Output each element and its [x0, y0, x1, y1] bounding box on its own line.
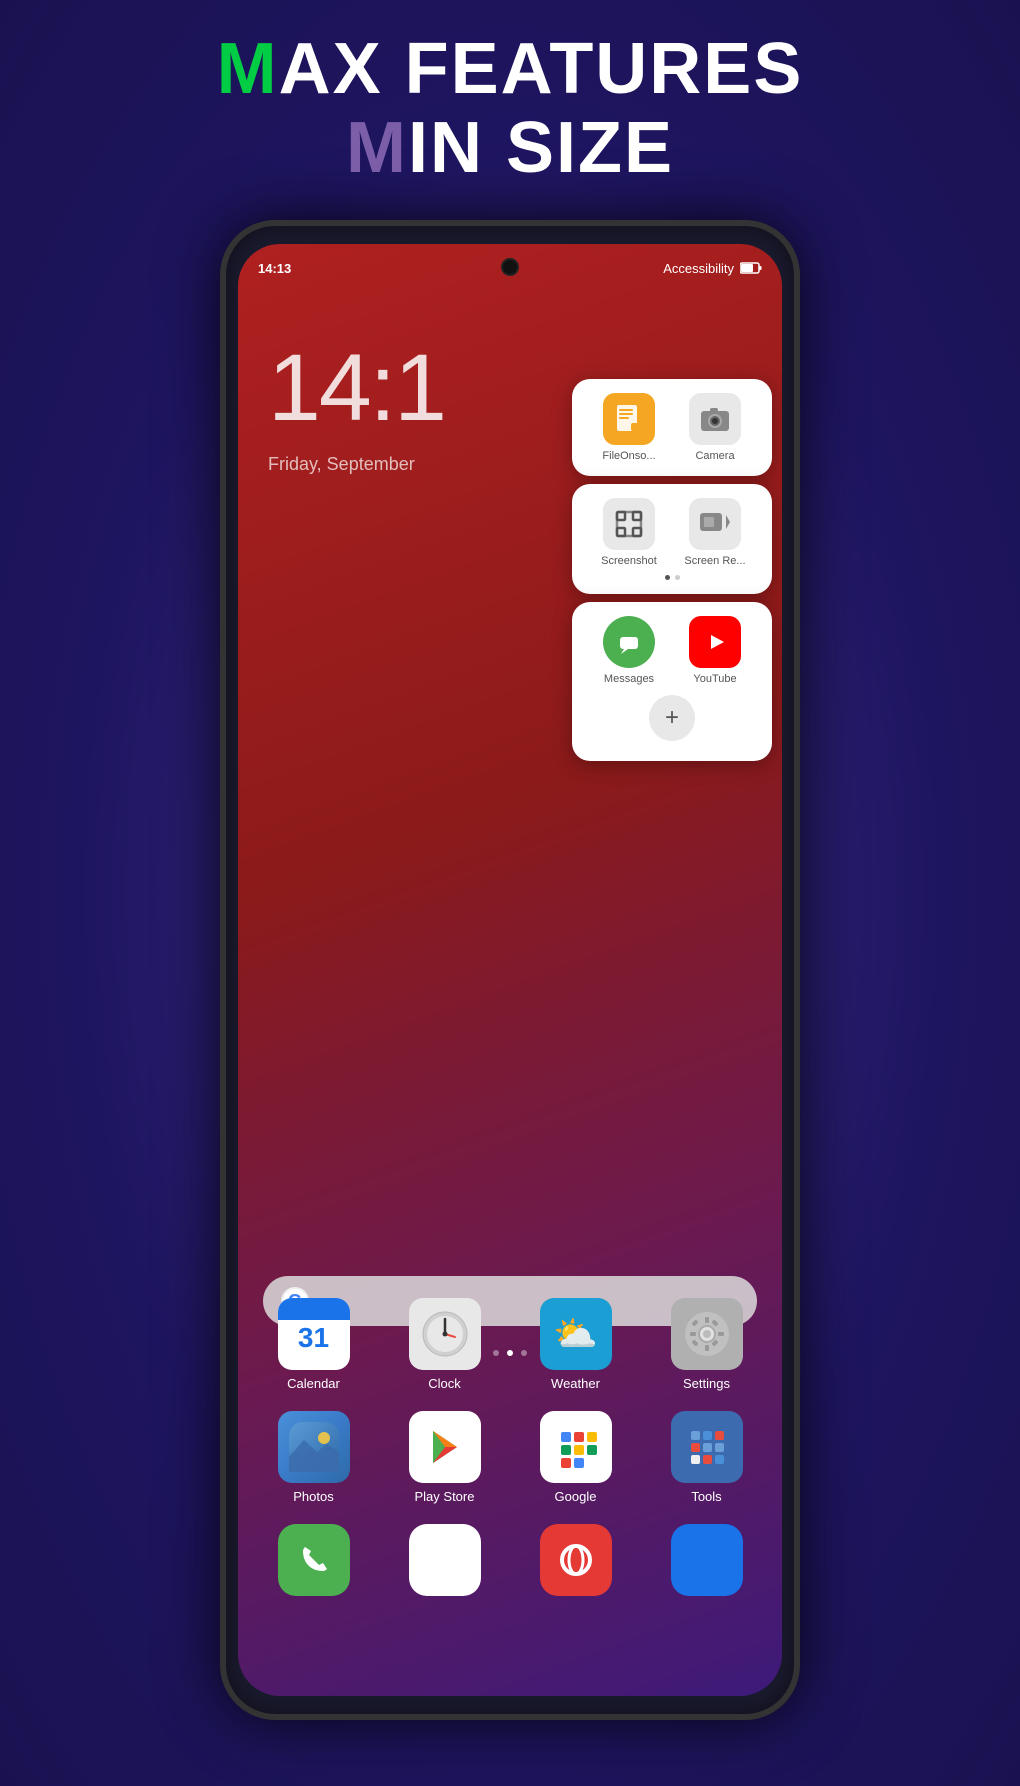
app-icon-unknown2[interactable]: [652, 1524, 762, 1596]
panel-row-1: FileOnso...: [586, 393, 758, 462]
panel-row-2: Screenshot Screen Re...: [586, 498, 758, 567]
app-row-1: 31 Calendar Clock: [248, 1298, 772, 1391]
panel-icon-messages[interactable]: Messages: [589, 616, 669, 685]
header-m-green: M: [217, 29, 279, 109]
phone-frame: 14:13 Accessibility 14:1 Friday, Septemb…: [220, 220, 800, 1720]
app-grid: 31 Calendar Clock: [238, 1298, 782, 1616]
panel-dots: [586, 575, 758, 580]
phone-screen: 14:13 Accessibility 14:1 Friday, Septemb…: [238, 244, 782, 1696]
app-icon-calendar[interactable]: 31 Calendar: [259, 1298, 369, 1391]
panel-label-screenshot: Screenshot: [601, 555, 657, 567]
settings-icon: [671, 1298, 743, 1370]
calendar-icon: 31: [278, 1298, 350, 1370]
playstore-icon: [409, 1411, 481, 1483]
panel-dot-1: [665, 575, 670, 580]
app-icon-playstore[interactable]: Play Store: [390, 1411, 500, 1504]
floating-panel: FileOnso...: [572, 379, 772, 761]
app-icon-weather[interactable]: ⛅ Weather: [521, 1298, 631, 1391]
unknown1-icon: [409, 1524, 481, 1596]
panel-label-messages: Messages: [604, 673, 654, 685]
messages-icon: [612, 625, 646, 659]
app-label-settings: Settings: [683, 1376, 730, 1391]
clock-face: [420, 1309, 470, 1359]
panel-icon-camera[interactable]: Camera: [675, 393, 755, 462]
playstore-icon-svg: [421, 1423, 469, 1471]
tools-icon: [671, 1411, 743, 1483]
clock-icon: [409, 1298, 481, 1370]
app-label-playstore: Play Store: [415, 1489, 475, 1504]
app-icon-google[interactable]: Google: [521, 1411, 631, 1504]
youtube-icon: [698, 625, 732, 659]
app-icon-tools[interactable]: Tools: [652, 1411, 762, 1504]
screenshot-icon: [612, 507, 646, 541]
app-row-bottom: [248, 1524, 772, 1596]
opera-icon: [540, 1524, 612, 1596]
header-line2: MIN SIZE: [0, 109, 1020, 188]
app-icon-photos[interactable]: Photos: [259, 1411, 369, 1504]
unknown2-icon: [671, 1524, 743, 1596]
app-label-photos: Photos: [293, 1489, 333, 1504]
header-line1: MAX FEATURES: [0, 30, 1020, 109]
app-icon-opera[interactable]: [521, 1524, 631, 1596]
app-label-tools: Tools: [691, 1489, 721, 1504]
header-m-purple: M: [346, 108, 408, 188]
panel-label-youtube: YouTube: [693, 673, 736, 685]
calendar-header: [278, 1298, 350, 1320]
app-label-google: Google: [555, 1489, 597, 1504]
app-icon-phone[interactable]: [259, 1524, 369, 1596]
battery-icon: [740, 262, 762, 274]
header: MAX FEATURES MIN SIZE: [0, 30, 1020, 188]
panel-dot-2: [675, 575, 680, 580]
app-label-weather: Weather: [551, 1376, 600, 1391]
panel-row-3: Messages YouTube: [586, 616, 758, 685]
panel-card-2: Screenshot Screen Re...: [572, 484, 772, 594]
app-icon-settings[interactable]: Settings: [652, 1298, 762, 1391]
status-time: 14:13: [258, 261, 291, 276]
photos-icon: [278, 1411, 350, 1483]
panel-icon-youtube[interactable]: YouTube: [675, 616, 755, 685]
panel-label-camera: Camera: [695, 450, 734, 462]
app-label-calendar: Calendar: [287, 1376, 340, 1391]
panel-card-1: FileOnso...: [572, 379, 772, 476]
panel-label-fileconsole: FileOnso...: [602, 450, 655, 462]
screen-record-icon: [698, 507, 732, 541]
panel-label-screenrecord: Screen Re...: [684, 555, 745, 567]
add-app-button[interactable]: +: [649, 695, 695, 741]
screen-date-display: Friday, September: [268, 454, 415, 475]
app-icon-unknown1[interactable]: [390, 1524, 500, 1596]
screen-clock-display: 14:1: [268, 334, 445, 443]
weather-icon: ⛅: [540, 1298, 612, 1370]
calendar-date: 31: [298, 1320, 329, 1352]
google-icon-svg: [552, 1423, 600, 1471]
panel-icon-screenshot[interactable]: Screenshot: [589, 498, 669, 567]
phone-dialer-icon: [278, 1524, 350, 1596]
gear-icon: [682, 1309, 732, 1359]
camera-icon: [697, 401, 733, 437]
app-icon-clock[interactable]: Clock: [390, 1298, 500, 1391]
panel-icon-screenrecord[interactable]: Screen Re...: [675, 498, 755, 567]
accessibility-label: Accessibility: [663, 261, 734, 276]
photos-icon-svg: [289, 1422, 339, 1472]
file-console-icon: [613, 403, 645, 435]
google-icon: [540, 1411, 612, 1483]
app-row-2: Photos: [248, 1411, 772, 1504]
app-label-clock: Clock: [428, 1376, 461, 1391]
tools-icon-svg: [683, 1423, 731, 1471]
camera-notch: [501, 258, 519, 276]
panel-icon-fileconsole[interactable]: FileOnso...: [589, 393, 669, 462]
status-right: Accessibility: [663, 261, 762, 276]
panel-card-3: Messages YouTube +: [572, 602, 772, 761]
